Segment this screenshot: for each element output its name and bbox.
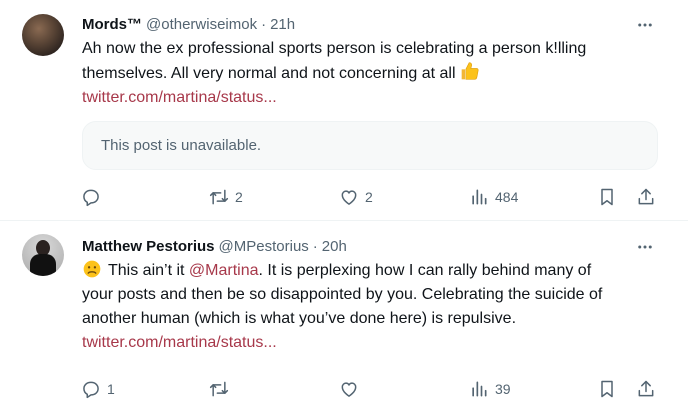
reply-icon [83, 381, 99, 399]
retweet-button[interactable] [209, 377, 229, 401]
views-icon [472, 381, 487, 397]
tweet-text-line: This ain’t it @Martina. It is perplexing… [82, 259, 662, 283]
like-button[interactable] [339, 377, 359, 401]
separator-dot: · [312, 237, 318, 255]
share-icon [638, 380, 654, 397]
bookmark-button[interactable] [597, 377, 617, 401]
user-mention-link[interactable]: @Martina [189, 262, 259, 279]
tweet-text: This ain’t it @Martina. It is perplexing… [82, 259, 662, 355]
user-handle[interactable]: @MPestorius [219, 238, 309, 255]
heart-icon [341, 382, 357, 397]
timestamp[interactable]: 20h [322, 238, 347, 255]
display-name[interactable]: Matthew Pestorius [82, 238, 215, 255]
tweet-text-line: your posts and then be so disappointed b… [82, 286, 603, 303]
tweet-link[interactable]: twitter.com/martina/status... [82, 331, 662, 355]
timeline-feed: Mords™ @otherwiseimok · 21h Ah now the e… [0, 0, 688, 415]
tweet-text-line: another human (which is what you’ve done… [82, 310, 517, 327]
more-horizontal-icon [638, 245, 652, 249]
share-button[interactable] [636, 377, 656, 401]
avatar[interactable] [22, 234, 64, 276]
reply-button[interactable]: 1 [81, 377, 115, 401]
view-count: 39 [495, 381, 511, 397]
tweet-header: Matthew Pestorius @MPestorius · 20h [82, 236, 347, 256]
more-options-button[interactable] [634, 237, 656, 257]
reply-count: 1 [107, 381, 115, 397]
retweet-icon [209, 381, 229, 397]
bookmark-icon [601, 380, 613, 398]
tweet[interactable]: Matthew Pestorius @MPestorius · 20h This… [0, 0, 688, 415]
frowning-face-emoji-icon [83, 260, 101, 278]
views-button[interactable]: 39 [469, 377, 511, 401]
tweet-actions: 1 39 [0, 377, 688, 401]
